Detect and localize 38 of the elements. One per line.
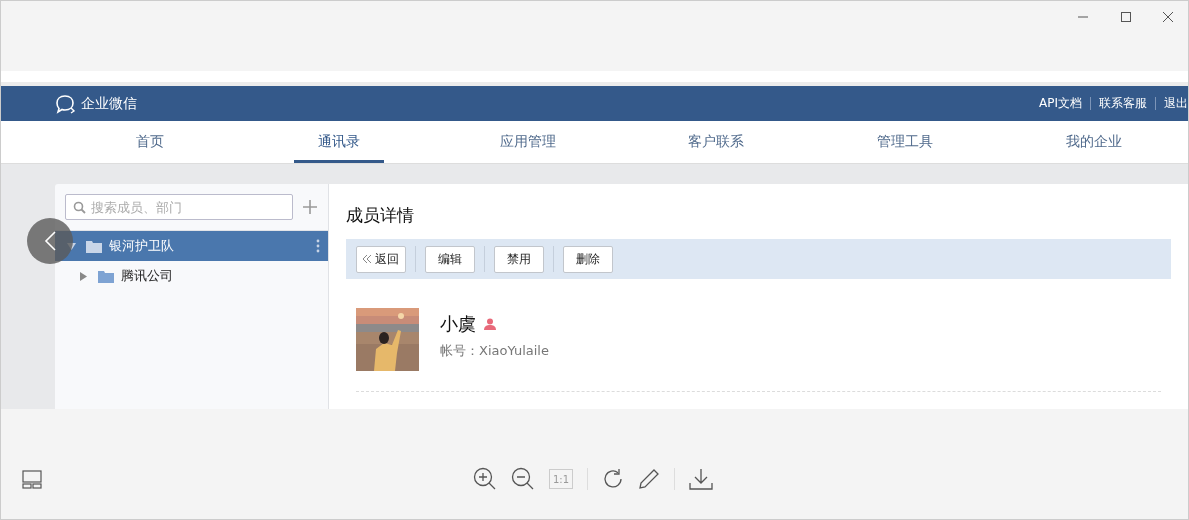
- maximize-icon[interactable]: [1120, 11, 1132, 23]
- zoom-out-icon[interactable]: [511, 467, 535, 491]
- nav-tab[interactable]: 通讯录: [294, 121, 384, 163]
- nav-tab[interactable]: 客户联系: [664, 121, 769, 163]
- previous-button[interactable]: [27, 218, 73, 264]
- brand-name: 企业微信: [81, 94, 137, 113]
- double-chevron-icon: [363, 255, 372, 263]
- close-icon[interactable]: [1162, 11, 1174, 23]
- nav-tab[interactable]: 管理工具: [853, 121, 957, 163]
- action-button[interactable]: 编辑: [425, 245, 475, 273]
- action-button[interactable]: 禁用: [494, 245, 544, 273]
- zoom-in-icon[interactable]: [473, 467, 497, 491]
- back-button[interactable]: 返回: [356, 245, 406, 273]
- tree-item[interactable]: 腾讯公司: [55, 261, 328, 291]
- member-name: 小虞: [440, 312, 476, 336]
- header-link[interactable]: 退出: [1164, 95, 1188, 112]
- person-icon: [484, 318, 496, 330]
- chevron-left-icon: [44, 231, 56, 251]
- nav-tab[interactable]: 首页: [112, 121, 189, 163]
- pencil-icon[interactable]: [638, 468, 660, 490]
- account-value: XiaoYulaile: [479, 343, 549, 358]
- panel-title: 成员详情: [346, 204, 415, 227]
- expand-triangle-icon[interactable]: [79, 271, 88, 281]
- header-link[interactable]: API文档: [1039, 95, 1082, 112]
- search-icon: [73, 201, 86, 214]
- more-icon[interactable]: [316, 239, 320, 253]
- chat-bubble-icon: [55, 93, 77, 114]
- folder-icon: [86, 239, 102, 253]
- folder-icon: [98, 269, 114, 283]
- nav-tab[interactable]: 应用管理: [475, 121, 580, 163]
- account-label: 帐号：: [440, 343, 479, 358]
- rotate-icon[interactable]: [602, 468, 624, 490]
- header-link[interactable]: 联系客服: [1099, 95, 1147, 112]
- nav-tab[interactable]: 我的企业: [1041, 121, 1146, 163]
- search-field[interactable]: 搜索成员、部门: [65, 194, 293, 220]
- action-button[interactable]: 删除: [563, 245, 613, 273]
- thumbnail-layout-icon[interactable]: [22, 470, 42, 489]
- download-icon[interactable]: [689, 468, 713, 490]
